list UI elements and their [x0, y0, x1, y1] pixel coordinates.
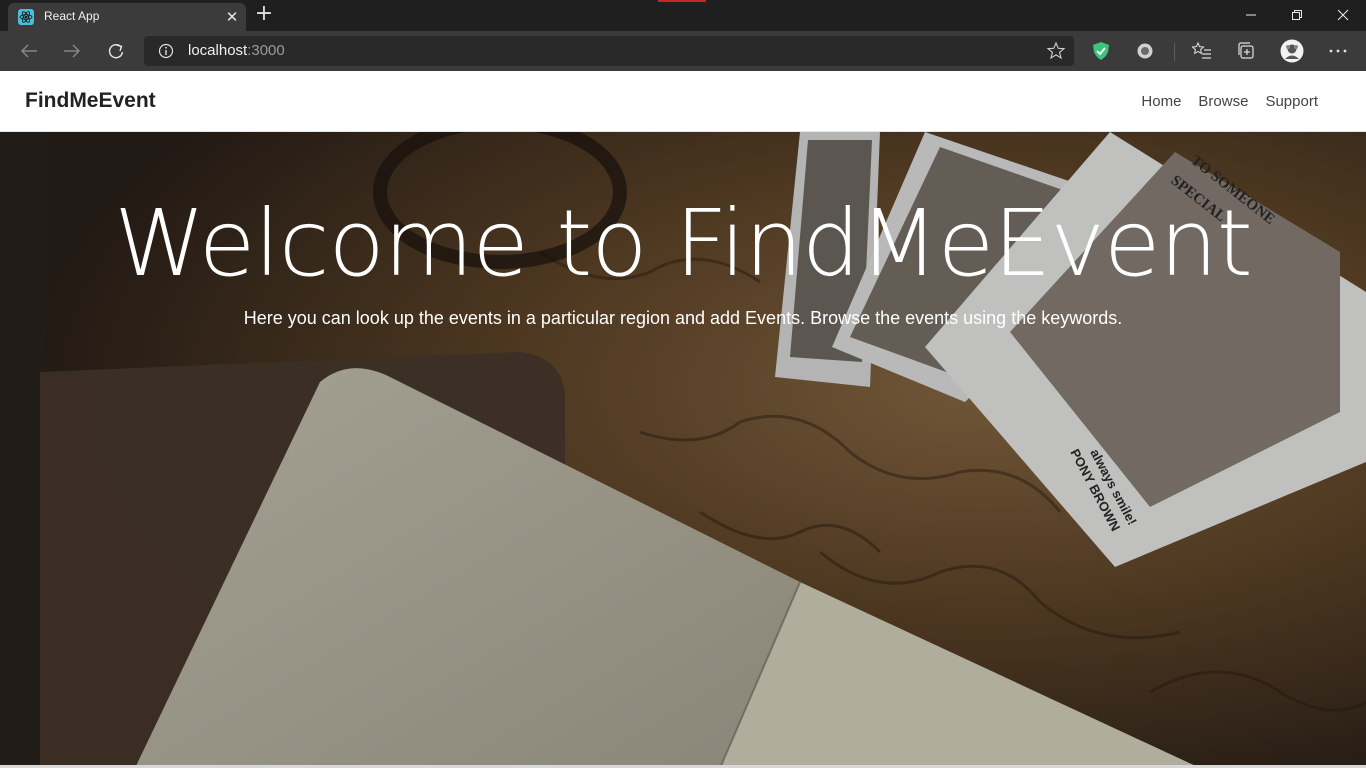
- nav-link-home[interactable]: Home: [1141, 93, 1181, 110]
- browser-tab[interactable]: React App ✕: [8, 3, 246, 31]
- hero-subtitle: Here you can look up the events in a par…: [243, 308, 1123, 328]
- site-info-icon[interactable]: [158, 43, 174, 59]
- record-extension-icon[interactable]: [1134, 40, 1156, 62]
- shield-extension-icon[interactable]: [1090, 40, 1112, 62]
- forward-arrow-icon[interactable]: [57, 37, 87, 65]
- favorite-star-icon[interactable]: [1046, 41, 1066, 61]
- favorites-list-icon[interactable]: [1191, 40, 1213, 62]
- address-port: :3000: [247, 42, 285, 59]
- close-window-icon[interactable]: [1320, 0, 1366, 30]
- site-navbar: FindMeEvent Home Browse Support: [0, 71, 1366, 132]
- site-brand[interactable]: FindMeEvent: [25, 89, 156, 113]
- close-tab-icon[interactable]: ✕: [224, 9, 240, 25]
- back-arrow-icon[interactable]: [14, 37, 44, 65]
- address-bar[interactable]: localhost:3000: [144, 36, 1074, 66]
- new-tab-icon[interactable]: +: [254, 3, 274, 26]
- refresh-icon[interactable]: [101, 37, 131, 65]
- address-host: localhost: [188, 42, 248, 59]
- react-favicon-icon: [18, 9, 34, 25]
- tab-strip-indicator: [658, 0, 706, 2]
- minimize-icon[interactable]: [1228, 0, 1274, 30]
- address-url: localhost:3000: [188, 42, 285, 59]
- nav-links: Home Browse Support: [1141, 93, 1318, 110]
- restore-icon[interactable]: [1274, 0, 1320, 30]
- tab-title: React App: [44, 9, 100, 23]
- nav-link-browse[interactable]: Browse: [1198, 93, 1248, 110]
- page-viewport: FindMeEvent Home Browse Support TO SOMEO…: [0, 71, 1366, 768]
- browser-tab-strip: React App ✕ +: [0, 0, 1366, 31]
- hero-title: Welcome to FindMeEvent: [114, 190, 1253, 297]
- browser-toolbar: localhost:3000: [0, 31, 1366, 71]
- nav-link-support[interactable]: Support: [1265, 93, 1318, 110]
- collections-icon[interactable]: [1235, 40, 1257, 62]
- hero-banner: TO SOMEONE SPECIAL always smile! PONY BR…: [0, 132, 1366, 768]
- toolbar-divider: [1174, 43, 1175, 61]
- profile-avatar-icon[interactable]: [1280, 39, 1304, 63]
- more-options-icon[interactable]: [1327, 40, 1349, 62]
